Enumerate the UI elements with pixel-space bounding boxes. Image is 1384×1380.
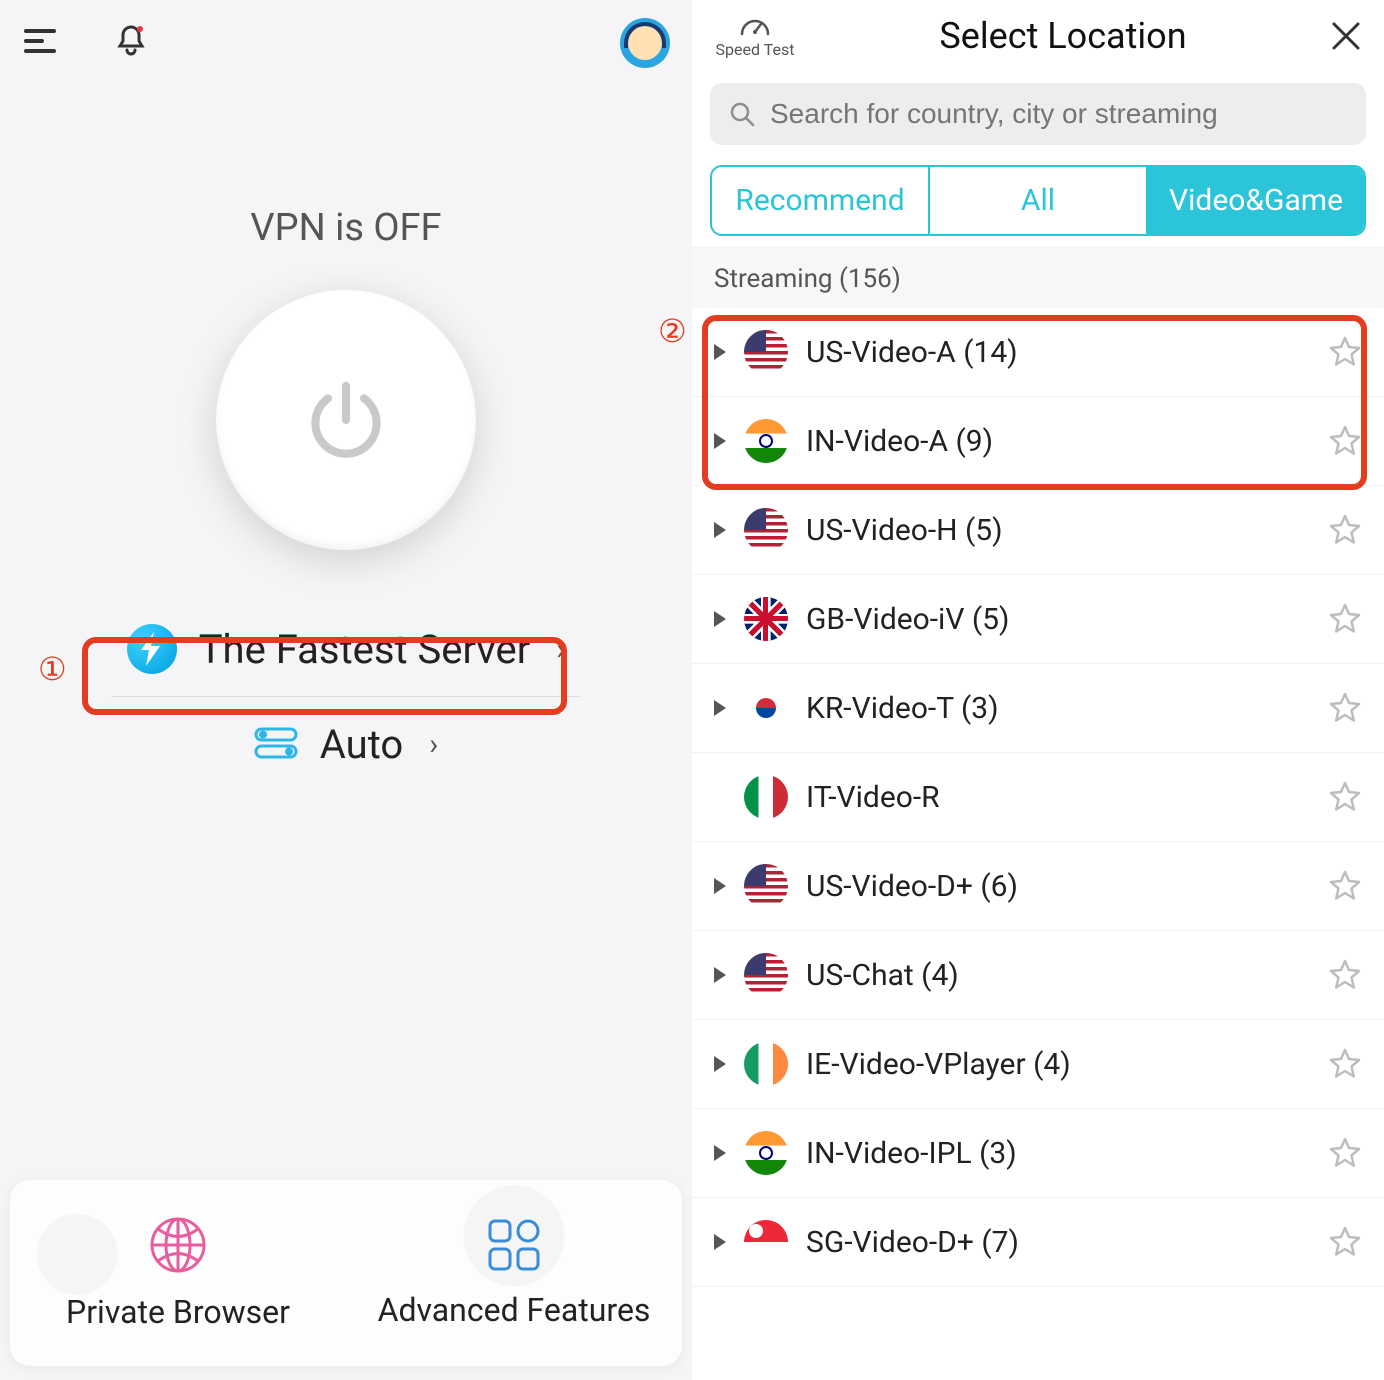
auto-row[interactable]: Auto › (234, 707, 458, 782)
tab-all[interactable]: All (928, 167, 1148, 234)
server-item[interactable]: SG-Video-D+ (7) (692, 1198, 1384, 1287)
server-name: US-Chat (4) (806, 958, 1310, 993)
callout-label-2 (658, 312, 687, 350)
favorite-star-icon[interactable] (1328, 1047, 1362, 1081)
expand-triangle-icon (714, 522, 726, 538)
favorite-star-icon[interactable] (1328, 602, 1362, 636)
server-name: US-Video-H (5) (806, 513, 1310, 548)
speed-test-label: Speed Test (716, 40, 795, 59)
server-item[interactable]: IE-Video-VPlayer (4) (692, 1020, 1384, 1109)
fastest-server-label: The Fastest Server (199, 626, 531, 673)
kr-flag-icon (744, 686, 788, 730)
toggles-icon (254, 726, 298, 764)
server-item[interactable]: IN-Video-IPL (3) (692, 1109, 1384, 1198)
server-item[interactable]: IT-Video-R (692, 753, 1384, 842)
expand-triangle-icon (714, 344, 726, 360)
server-item[interactable]: US-Video-D+ (6) (692, 842, 1384, 931)
us-flag-icon (744, 508, 788, 552)
it-flag-icon (744, 775, 788, 819)
server-list: US-Video-A (14) IN-Video-A (9) US-Video-H … (692, 308, 1384, 1380)
favorite-star-icon[interactable] (1328, 424, 1362, 458)
vpn-status: VPN is OFF (0, 206, 692, 250)
favorite-star-icon[interactable] (1328, 691, 1362, 725)
advanced-features-tile[interactable]: Advanced Features (346, 1180, 682, 1366)
ie-flag-icon (744, 1042, 788, 1086)
expand-triangle-icon (714, 611, 726, 627)
server-item[interactable]: US-Video-A (14) (692, 308, 1384, 397)
server-item[interactable]: US-Video-H (5) (692, 486, 1384, 575)
server-item[interactable]: KR-Video-T (3) (692, 664, 1384, 753)
expand-triangle-icon (714, 878, 726, 894)
expand-triangle-icon (714, 1145, 726, 1161)
lightning-icon (127, 624, 177, 674)
expand-triangle-icon (714, 433, 726, 449)
expand-triangle-icon (714, 1234, 726, 1250)
server-item[interactable]: GB-Video-iV (5) (692, 575, 1384, 664)
us-flag-icon (744, 953, 788, 997)
favorite-star-icon[interactable] (1328, 958, 1362, 992)
power-button[interactable] (216, 290, 476, 550)
expand-triangle-icon (714, 967, 726, 983)
server-name: IE-Video-VPlayer (4) (806, 1047, 1310, 1082)
tab-recommend[interactable]: Recommend (712, 167, 928, 234)
favorite-star-icon[interactable] (1328, 1225, 1362, 1259)
server-name: US-Video-D+ (6) (806, 869, 1310, 904)
server-name: US-Video-A (14) (806, 335, 1310, 370)
favorite-star-icon[interactable] (1328, 513, 1362, 547)
favorite-star-icon[interactable] (1328, 869, 1362, 903)
globe-icon (148, 1215, 208, 1279)
server-item[interactable]: US-Chat (4) (692, 931, 1384, 1020)
gb-flag-icon (744, 597, 788, 641)
in-flag-icon (744, 419, 788, 463)
us-flag-icon (744, 864, 788, 908)
speed-test-button[interactable]: Speed Test (710, 12, 800, 59)
server-name: GB-Video-iV (5) (806, 602, 1310, 637)
grid-icon (486, 1217, 542, 1277)
search-icon (728, 100, 756, 128)
section-header: Streaming (156) (692, 246, 1384, 308)
tabs: Recommend All Video&Game (710, 165, 1366, 236)
search-input[interactable] (770, 98, 1348, 130)
search-box[interactable] (710, 83, 1366, 145)
chevron-right-icon: › (429, 727, 438, 762)
close-icon (1330, 20, 1362, 52)
page-title: Select Location (800, 15, 1326, 57)
server-name: SG-Video-D+ (7) (806, 1225, 1310, 1260)
callout-label-1 (38, 650, 67, 688)
server-name: IN-Video-A (9) (806, 424, 1310, 459)
fastest-server-row[interactable]: The Fastest Server › (107, 610, 586, 688)
expand-triangle-icon (714, 700, 726, 716)
expand-triangle-icon (714, 1056, 726, 1072)
close-button[interactable] (1326, 16, 1366, 56)
server-name: IT-Video-R (806, 780, 1310, 815)
in-flag-icon (744, 1131, 788, 1175)
support-avatar[interactable] (620, 18, 670, 68)
tab-video-game[interactable]: Video&Game (1148, 167, 1364, 234)
advanced-features-label: Advanced Features (378, 1291, 651, 1329)
power-icon (301, 375, 391, 465)
favorite-star-icon[interactable] (1328, 335, 1362, 369)
bell-icon[interactable] (113, 23, 149, 63)
favorite-star-icon[interactable] (1328, 780, 1362, 814)
server-item[interactable]: IN-Video-A (9) (692, 397, 1384, 486)
menu-icon[interactable] (22, 23, 58, 63)
server-name: IN-Video-IPL (3) (806, 1136, 1310, 1171)
private-browser-label: Private Browser (66, 1293, 290, 1331)
gauge-icon (738, 12, 772, 38)
chevron-right-icon: › (556, 632, 565, 667)
favorite-star-icon[interactable] (1328, 1136, 1362, 1170)
bottom-tiles: Private Browser Advanced Features (10, 1180, 682, 1366)
us-flag-icon (744, 330, 788, 374)
server-name: KR-Video-T (3) (806, 691, 1310, 726)
auto-label: Auto (320, 721, 403, 768)
divider (111, 696, 581, 697)
private-browser-tile[interactable]: Private Browser (10, 1180, 346, 1366)
sg-flag-icon (744, 1220, 788, 1264)
